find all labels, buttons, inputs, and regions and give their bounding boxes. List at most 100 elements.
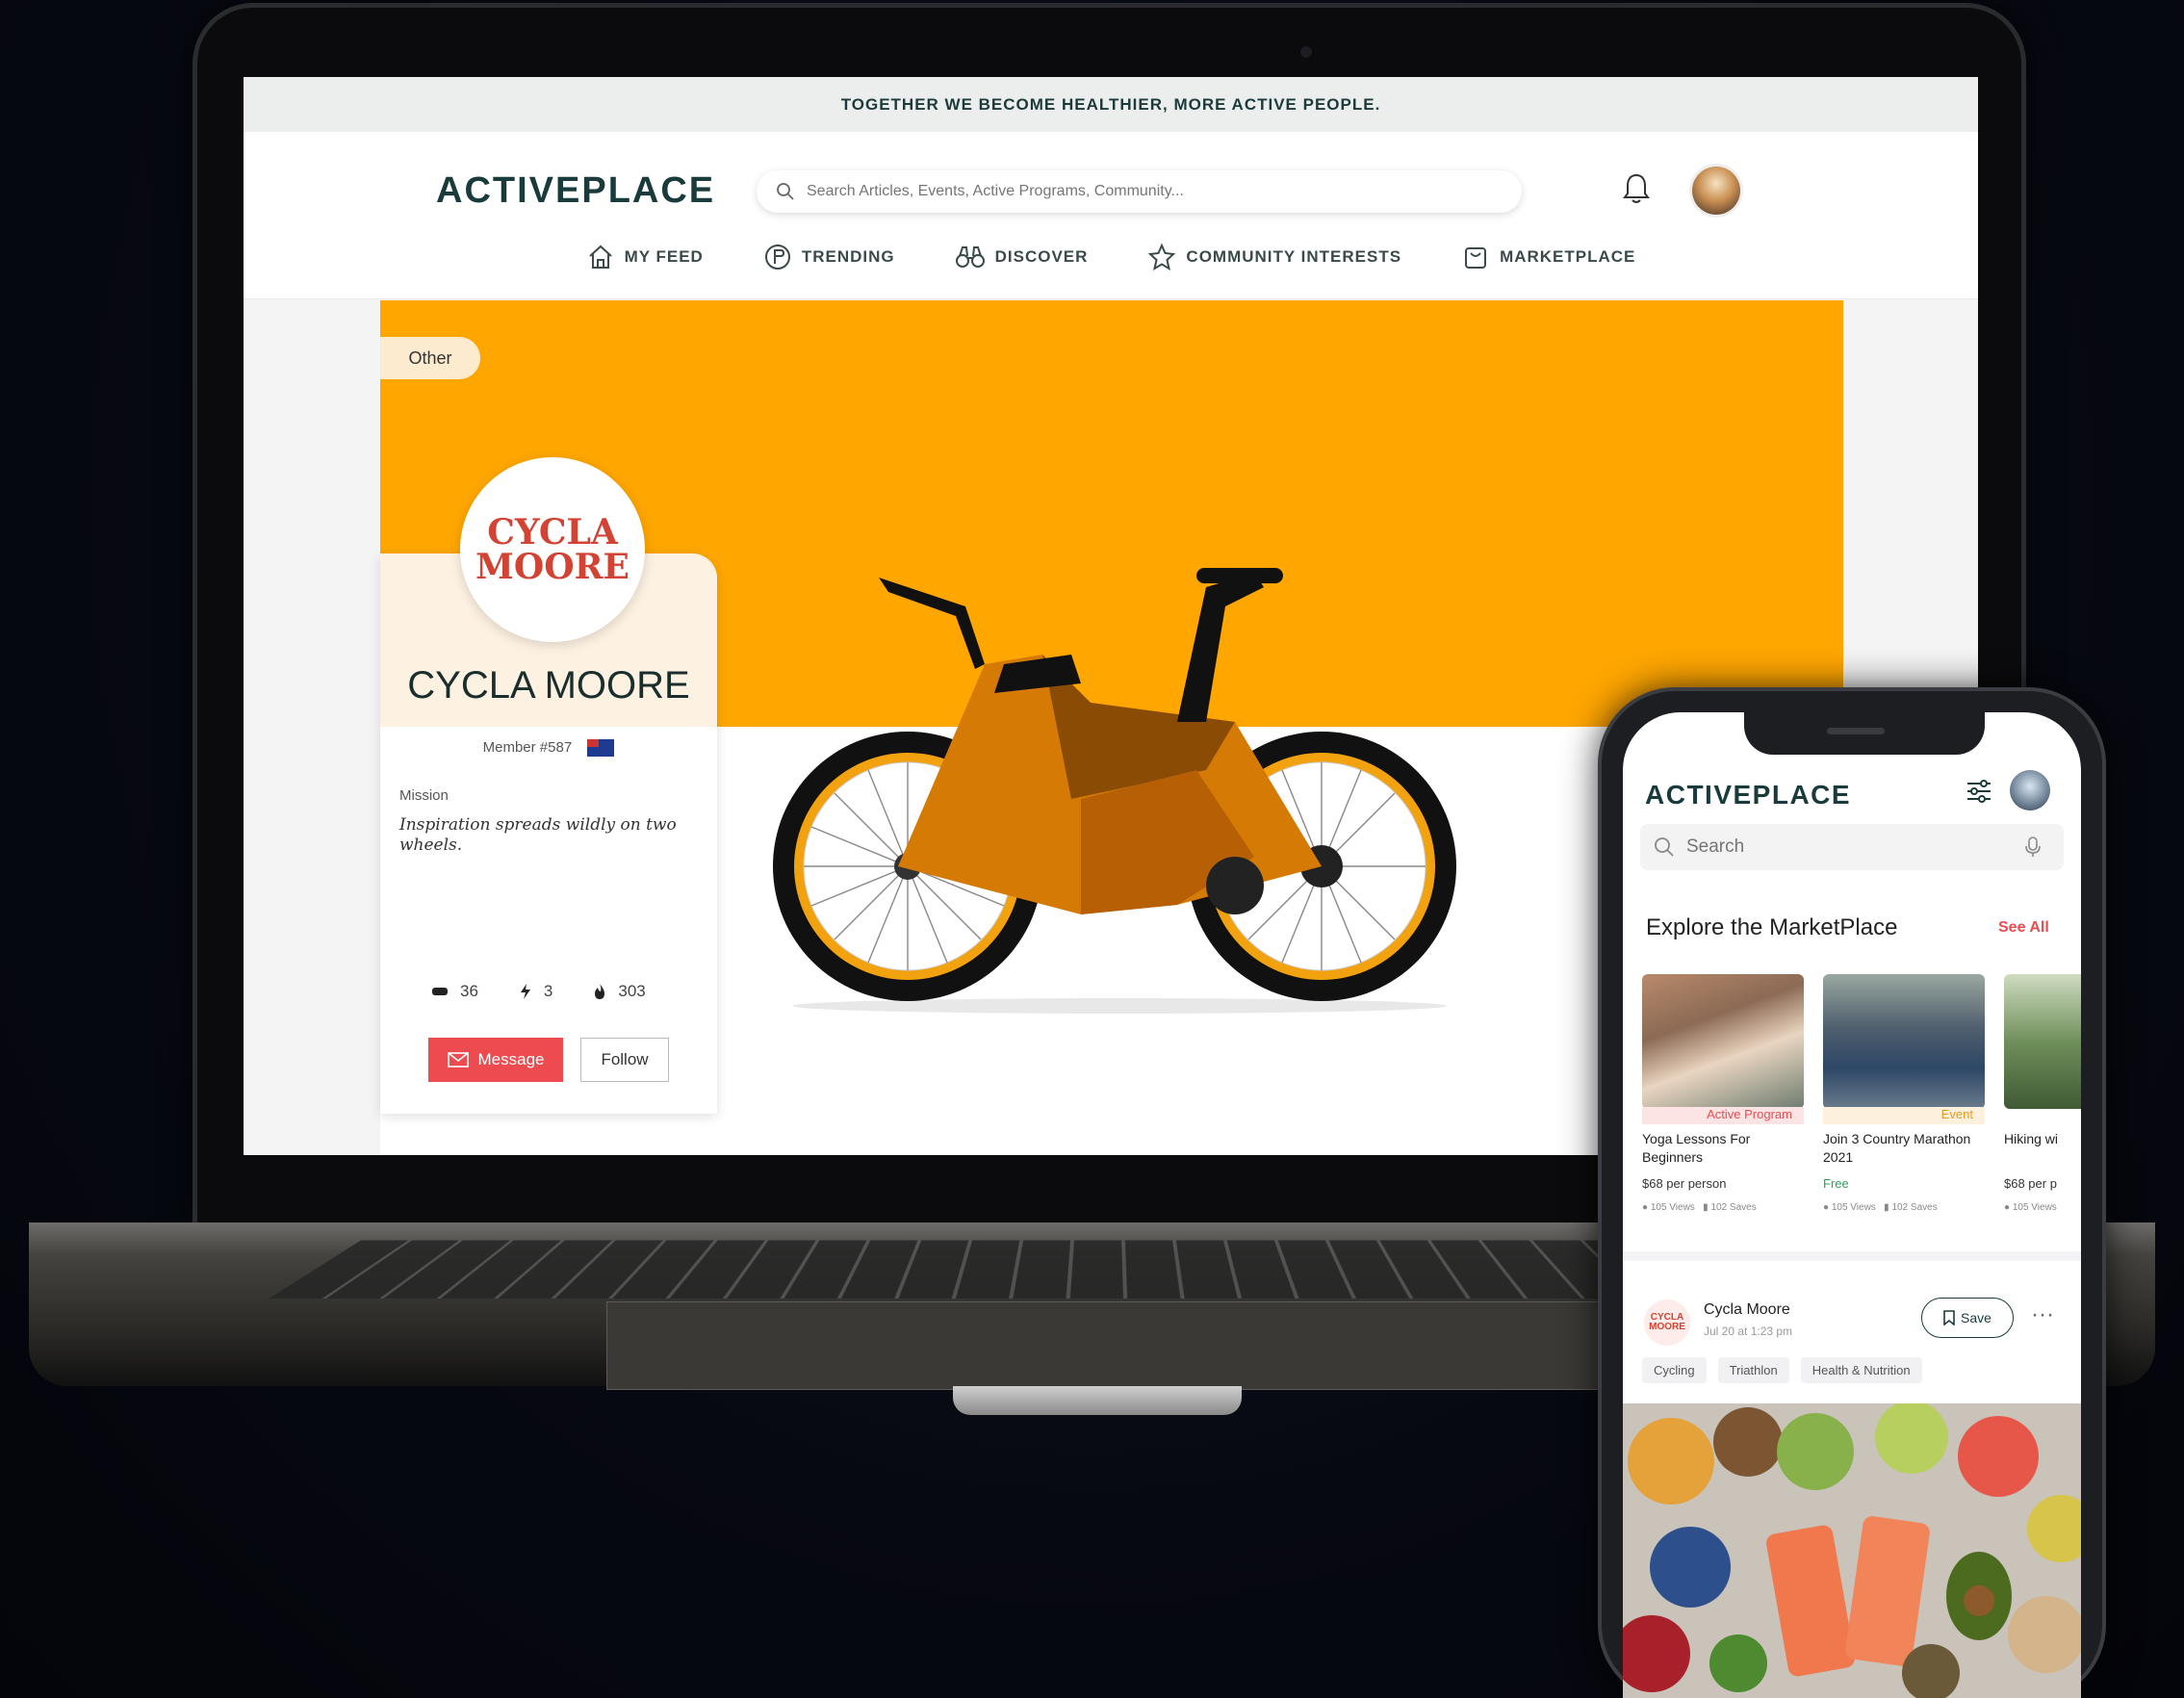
nav-label: COMMUNITY INTERESTS — [1186, 247, 1402, 266]
mobile-search-input[interactable] — [1684, 836, 2016, 859]
profile-logo: CYCLA MOORE — [460, 457, 645, 642]
flag-icon — [587, 739, 615, 758]
message-button[interactable]: Message — [428, 1038, 563, 1082]
bolt-icon — [520, 984, 530, 999]
mobile-search-bar[interactable] — [1640, 824, 2064, 870]
profile-stats: 36 3 303 — [431, 982, 646, 1001]
card-meta: ● 105 Views ▮ 102 Saves — [1823, 1202, 1985, 1213]
card-title: Hiking wi — [2004, 1131, 2059, 1146]
stat-value: 303 — [618, 982, 646, 1000]
category-tag[interactable]: Other — [380, 337, 480, 379]
card-meta: ● 105 Views — [2004, 1202, 2081, 1213]
card-image-yoga — [1642, 974, 1804, 1109]
microphone-icon[interactable] — [2025, 836, 2041, 858]
card-tag — [2004, 1107, 2081, 1124]
binoculars-icon — [955, 246, 985, 268]
card-price: $68 per person — [1642, 1176, 1727, 1191]
stat-value: 36 — [460, 982, 478, 1000]
home-icon — [588, 244, 612, 269]
post-tag[interactable]: Triathlon — [1717, 1357, 1789, 1383]
post-author-avatar[interactable]: CYCLA MOORE — [1644, 1299, 1690, 1346]
trackpad — [606, 1301, 1609, 1390]
card-saves: 102 Saves — [1710, 1202, 1757, 1213]
see-all-link[interactable]: See All — [1998, 919, 2049, 937]
post-tag[interactable]: Health & Nutrition — [1800, 1357, 1922, 1383]
marketplace-heading: Explore the MarketPlace — [1646, 914, 1898, 940]
card-title: Join 3 Country Marathon 2021 — [1823, 1131, 1971, 1165]
camera-dot — [1300, 46, 1312, 58]
member-label: Member #587 — [482, 739, 573, 756]
post-tag[interactable]: Cycling — [1642, 1357, 1707, 1383]
marketplace-card[interactable]: Event Join 3 Country Marathon 2021 Free … — [1823, 974, 1985, 1213]
nav-label: DISCOVER — [994, 247, 1089, 266]
save-button[interactable]: Save — [1921, 1298, 2014, 1338]
site-header: ACTIVEPLACE MY FEED TRENDING DISCOVER CO… — [244, 132, 1978, 299]
eye-icon: ● — [1823, 1202, 1830, 1213]
search-icon — [777, 183, 794, 200]
message-label: Message — [477, 1050, 545, 1068]
profile-name: CYCLA MOORE — [407, 664, 690, 707]
eye-icon: ● — [2004, 1202, 2011, 1213]
mail-icon — [447, 1052, 469, 1068]
trending-icon — [764, 244, 790, 270]
search-bar[interactable] — [757, 170, 1522, 213]
filter-icon[interactable] — [1965, 778, 1993, 805]
nav-label: TRENDING — [801, 247, 895, 266]
user-avatar[interactable] — [1692, 167, 1740, 215]
bag-icon — [1465, 247, 1487, 269]
card-views: 105 Views — [1650, 1202, 1695, 1213]
follow-button[interactable]: Follow — [580, 1038, 669, 1082]
mobile-user-avatar[interactable] — [2010, 770, 2050, 810]
bookmark-icon — [1943, 1310, 1955, 1325]
search-input[interactable] — [805, 182, 1482, 201]
mission-label: Mission — [399, 787, 449, 804]
nav-label: MY FEED — [624, 247, 704, 266]
post-image-food — [1623, 1403, 2081, 1698]
search-icon — [1655, 837, 1674, 857]
stat-followers[interactable]: 36 — [431, 982, 478, 1001]
stat-value: 3 — [543, 982, 553, 1000]
nav-community-interests[interactable]: COMMUNITY INTERESTS — [1147, 243, 1401, 271]
marketplace-card[interactable]: Active Program Yoga Lessons For Beginner… — [1642, 974, 1804, 1213]
post-tags: Cycling Triathlon Health & Nutrition — [1642, 1357, 1922, 1383]
main-nav: MY FEED TRENDING DISCOVER COMMUNITY INTE… — [244, 243, 1978, 271]
more-options-icon[interactable]: ··· — [2031, 1301, 2054, 1328]
nav-discover[interactable]: DISCOVER — [955, 243, 1089, 271]
announcement-bar: TOGETHER WE BECOME HEALTHIER, MORE ACTIV… — [244, 77, 1978, 132]
nav-trending[interactable]: TRENDING — [763, 243, 895, 271]
section-divider — [1623, 1251, 2081, 1261]
bookmark-icon: ▮ — [1884, 1202, 1889, 1213]
stat-points[interactable]: 303 — [593, 982, 646, 1001]
card-views: 105 Views — [1831, 1202, 1876, 1213]
card-image-hiking — [2004, 974, 2081, 1109]
mobile-screen: ACTIVEPLACE Explore the MarketPlace See … — [1623, 712, 2081, 1698]
bookmark-icon: ▮ — [1703, 1202, 1709, 1213]
member-number: Member #587 — [380, 739, 717, 758]
save-label: Save — [1961, 1310, 1991, 1325]
nav-label: MARKETPLACE — [1500, 247, 1636, 266]
card-image-marathon — [1823, 974, 1985, 1109]
stat-activity[interactable]: 3 — [519, 982, 552, 1001]
nav-marketplace[interactable]: MARKETPLACE — [1461, 243, 1635, 271]
mobile-logo[interactable]: ACTIVEPLACE — [1645, 780, 1851, 810]
post-timestamp: Jul 20 at 1:23 pm — [1704, 1325, 1793, 1338]
followers-icon — [432, 988, 448, 995]
eye-icon: ● — [1642, 1202, 1649, 1213]
phone-speaker — [1827, 728, 1885, 734]
card-views: 105 Views — [2012, 1202, 2057, 1213]
card-saves: 102 Saves — [1891, 1202, 1938, 1213]
card-price: $68 per p — [2004, 1176, 2057, 1191]
card-tag: Event — [1823, 1107, 1985, 1124]
star-icon — [1148, 243, 1176, 271]
profile-logo-line: MOORE — [475, 547, 630, 587]
profile-logo-line: CYCLA — [487, 512, 618, 553]
nav-my-feed[interactable]: MY FEED — [586, 243, 704, 271]
card-tag: Active Program — [1642, 1107, 1804, 1124]
card-price: Free — [1823, 1176, 1849, 1191]
post-author-name[interactable]: Cycla Moore — [1704, 1301, 1790, 1319]
site-logo[interactable]: ACTIVEPLACE — [436, 170, 715, 212]
bell-icon[interactable] — [1622, 172, 1651, 205]
marketplace-card[interactable]: Hiking wi $68 per p ● 105 Views — [2004, 974, 2081, 1213]
card-meta: ● 105 Views ▮ 102 Saves — [1642, 1202, 1804, 1213]
fire-icon — [595, 984, 605, 999]
